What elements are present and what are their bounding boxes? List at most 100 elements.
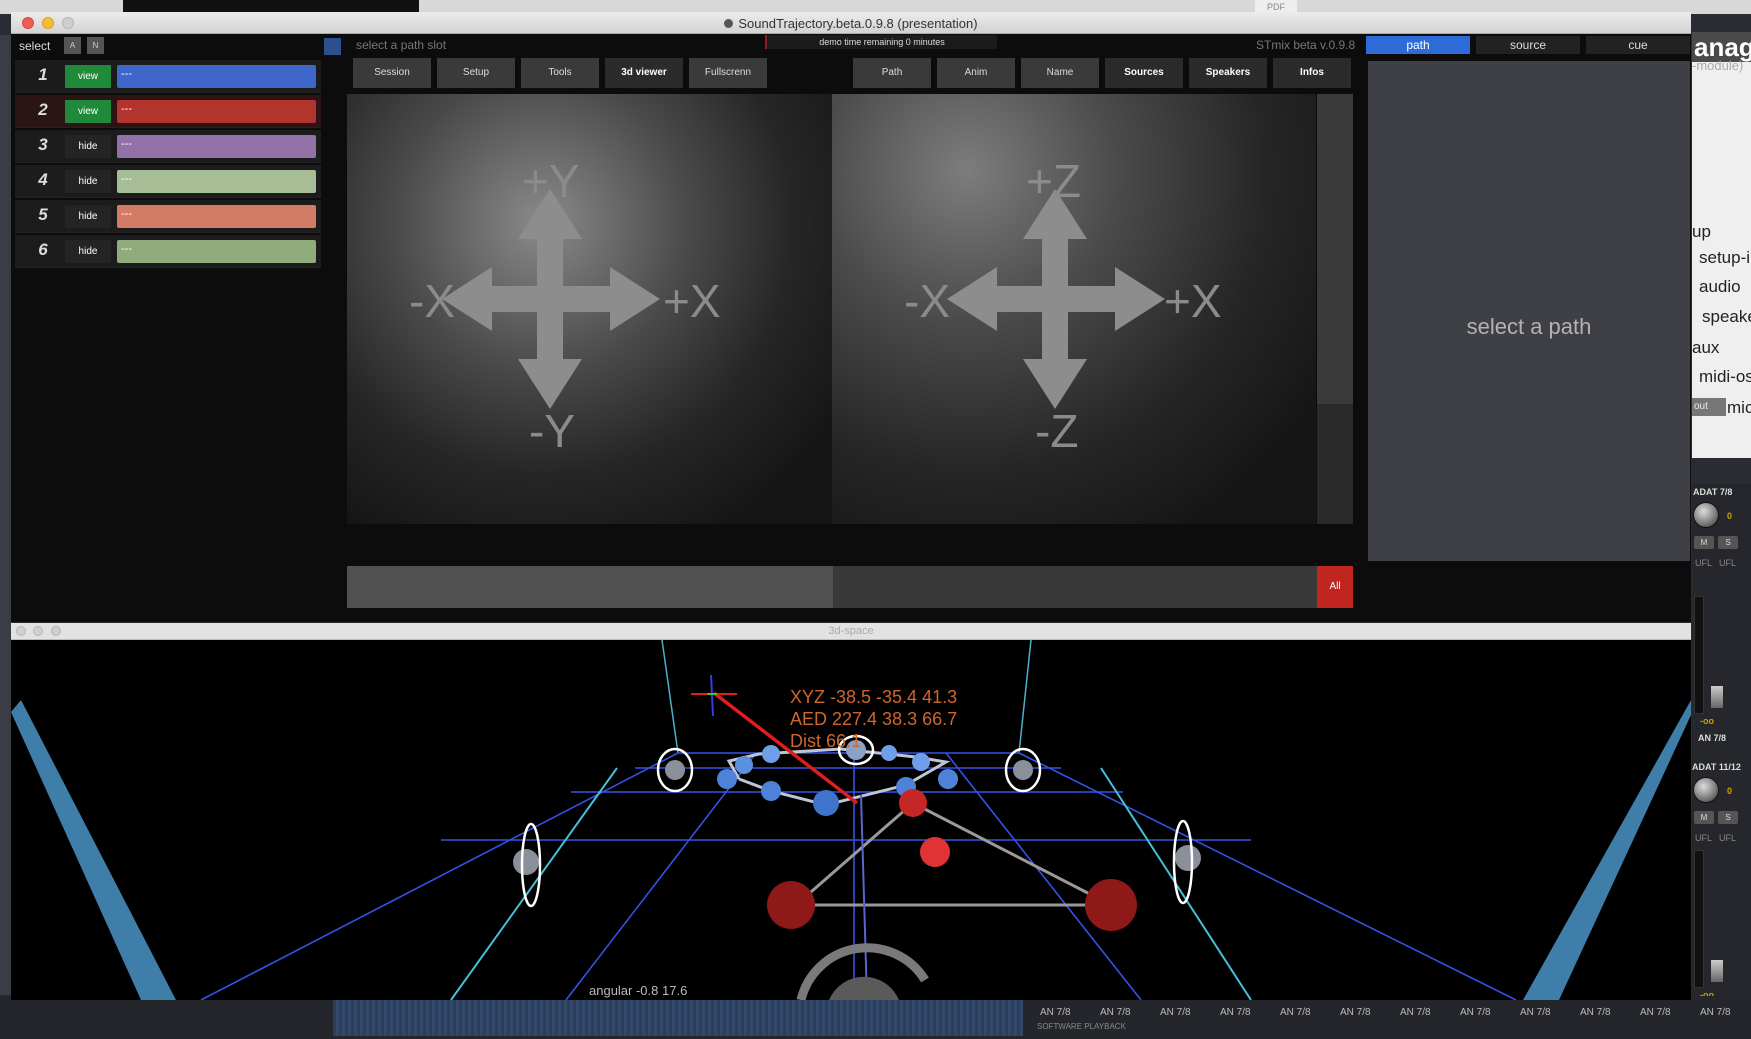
path-slot-hint: select a path slot xyxy=(356,38,447,52)
slot-number: 4 xyxy=(38,170,48,189)
select-none-button[interactable]: N xyxy=(87,37,104,54)
viewer-scrollbar[interactable] xyxy=(1317,94,1353,524)
path-slot-row[interactable]: 4 hide --- xyxy=(15,165,321,198)
ufl-label: UFL xyxy=(1695,558,1713,568)
channel-label: AN 7/8 xyxy=(1580,1007,1611,1018)
channel-label: AN 7/8 xyxy=(1280,1007,1311,1018)
background-list-item[interactable]: midi-os xyxy=(1699,367,1751,387)
background-list-item[interactable]: up xyxy=(1692,222,1711,242)
right-boundary-bar xyxy=(1523,700,1691,1000)
mute-button[interactable]: M xyxy=(1694,811,1714,824)
channel-label: AN 7/8 xyxy=(1700,1007,1731,1018)
all-button[interactable]: All xyxy=(1317,566,1353,608)
tab-speakers[interactable]: Speakers xyxy=(1189,58,1267,88)
axis-label-plus-x: +X xyxy=(663,275,721,327)
background-module-label: -module) xyxy=(1692,58,1744,73)
timeline-slider[interactable] xyxy=(347,566,1321,608)
tab-setup[interactable]: Setup xyxy=(437,58,515,88)
path-slot-row[interactable]: 1 view --- xyxy=(15,60,321,93)
slot-path-bar[interactable]: --- xyxy=(117,170,316,193)
background-list-item[interactable]: audio xyxy=(1699,277,1741,297)
floor-grid xyxy=(200,752,1517,1000)
tab-path[interactable]: path xyxy=(1366,36,1470,54)
mute-button[interactable]: M xyxy=(1694,536,1714,549)
background-list-item[interactable]: mic xyxy=(1727,398,1751,418)
channel-label: AN 7/8 xyxy=(1040,1007,1071,1018)
fader-handle[interactable] xyxy=(1711,686,1723,708)
mixer-channel-label: ADAT 11/12 xyxy=(1692,762,1741,772)
background-module-panel xyxy=(1692,35,1751,458)
space3d-title: 3d-space xyxy=(828,625,874,637)
background-list-item[interactable]: aux xyxy=(1692,338,1719,358)
ufl-label: UFL xyxy=(1719,833,1737,843)
scrollbar-thumb[interactable] xyxy=(1317,94,1353,404)
axis-label-plus-x: +X xyxy=(1164,275,1222,327)
background-out-button[interactable]: out xyxy=(1692,398,1726,416)
tab-infos[interactable]: Infos xyxy=(1273,58,1351,88)
color-swatch[interactable] xyxy=(324,38,341,55)
axis-label-minus-y: -Y xyxy=(529,405,575,457)
slot-path-bar[interactable]: --- xyxy=(117,135,316,158)
tab-tools[interactable]: Tools xyxy=(521,58,599,88)
background-list-item[interactable]: speake xyxy=(1702,307,1751,327)
path-slot-row[interactable]: 2 view --- xyxy=(15,95,321,128)
software-playback-label: SOFTWARE PLAYBACK xyxy=(1037,1022,1126,1031)
document-icon xyxy=(724,19,734,28)
level-meter xyxy=(1694,596,1704,714)
tab-source[interactable]: source xyxy=(1476,36,1580,54)
left-boundary-bar xyxy=(11,700,176,1000)
tab-anim[interactable]: Anim xyxy=(937,58,1015,88)
slot-visibility-toggle[interactable]: hide xyxy=(65,205,111,228)
fader-handle[interactable] xyxy=(1711,960,1723,982)
slot-visibility-toggle[interactable]: hide xyxy=(65,170,111,193)
slot-visibility-toggle[interactable]: hide xyxy=(65,240,111,263)
xz-viewer[interactable]: +Z -Z -X +X xyxy=(832,94,1316,524)
background-list-item[interactable]: setup-i xyxy=(1699,248,1750,268)
timeline-slider-fill xyxy=(347,566,833,608)
slot-number: 3 xyxy=(38,135,48,154)
speaker-spheres xyxy=(513,740,1201,875)
gain-knob[interactable] xyxy=(1693,502,1719,528)
axis-label-plus-y: +Y xyxy=(522,155,580,207)
solo-button[interactable]: S xyxy=(1718,811,1738,824)
slot-number: 1 xyxy=(38,65,48,84)
slot-visibility-toggle[interactable]: hide xyxy=(65,135,111,158)
slot-path-bar[interactable]: --- xyxy=(117,65,316,88)
tab-path[interactable]: Path xyxy=(853,58,931,88)
slot-number: 6 xyxy=(38,240,48,259)
xy-viewer[interactable]: +Y -Y -X +X xyxy=(347,94,833,524)
fader-value: -oo xyxy=(1700,716,1714,726)
space3d-titlebar: 3d-space xyxy=(11,623,1691,640)
select-all-button[interactable]: A xyxy=(64,37,81,54)
slot-number: 2 xyxy=(38,100,48,119)
channel-label: AN 7/8 xyxy=(1640,1007,1671,1018)
tab-fullscrenn[interactable]: Fullscrenn xyxy=(689,58,767,88)
path-slot-row[interactable]: 6 hide --- xyxy=(15,235,321,268)
path-detail-panel: select a path xyxy=(1368,61,1690,561)
solo-button[interactable]: S xyxy=(1718,536,1738,549)
slot-path-bar[interactable]: --- xyxy=(117,205,316,228)
right-tab-bar: path source cue xyxy=(1366,36,1690,54)
main-window: SoundTrajectory.beta.0.9.8 (presentation… xyxy=(11,12,1691,622)
ufl-label: UFL xyxy=(1719,558,1737,568)
channel-label: AN 7/8 xyxy=(1220,1007,1251,1018)
path-slot-row[interactable]: 5 hide --- xyxy=(15,200,321,233)
mixer-channel-label: AN 7/8 xyxy=(1698,733,1727,743)
slot-visibility-toggle[interactable]: view xyxy=(65,65,111,88)
channel-label: AN 7/8 xyxy=(1400,1007,1431,1018)
level-meter xyxy=(1694,850,1704,988)
gain-knob[interactable] xyxy=(1693,777,1719,803)
slot-path-bar[interactable]: --- xyxy=(117,240,316,263)
tab-3d-viewer[interactable]: 3d viewer xyxy=(605,58,683,88)
slot-path-bar[interactable]: --- xyxy=(117,100,316,123)
axis-label-minus-x: -X xyxy=(904,275,950,327)
axis-label-plus-z: +Z xyxy=(1026,155,1081,207)
tab-session[interactable]: Session xyxy=(353,58,431,88)
tab-sources[interactable]: Sources xyxy=(1105,58,1183,88)
tab-name[interactable]: Name xyxy=(1021,58,1099,88)
path-slot-row[interactable]: 3 hide --- xyxy=(15,130,321,163)
tab-cue[interactable]: cue xyxy=(1586,36,1690,54)
slot-visibility-toggle[interactable]: view xyxy=(65,100,111,123)
version-label: STmix beta v.0.9.8 xyxy=(1256,38,1356,52)
background-timeline[interactable] xyxy=(333,1000,1023,1036)
